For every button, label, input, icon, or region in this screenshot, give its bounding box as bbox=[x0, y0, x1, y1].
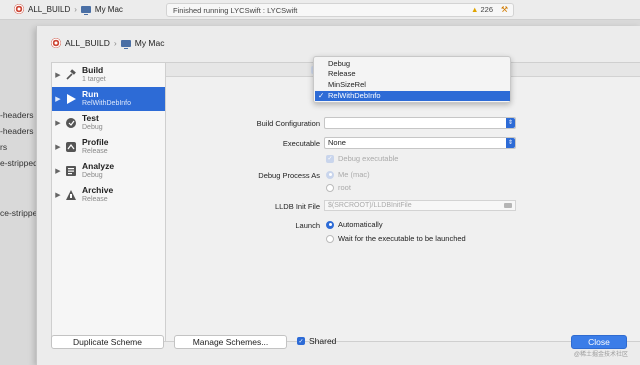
target-icon bbox=[51, 38, 61, 48]
analyze-icon bbox=[64, 164, 78, 178]
chevron-right-icon: › bbox=[74, 4, 77, 14]
executable-value: None bbox=[328, 138, 346, 147]
duplicate-scheme-button[interactable]: Duplicate Scheme bbox=[51, 335, 164, 349]
radio-dot bbox=[326, 220, 334, 229]
checkbox-box: ✓ bbox=[297, 337, 305, 345]
destination-name: My Mac bbox=[94, 4, 123, 14]
checkmark-icon: ✓ bbox=[318, 91, 325, 100]
action-sub: RelWithDebInfo bbox=[82, 100, 132, 107]
action-name: Archive bbox=[82, 185, 114, 195]
debug-process-option: Me (mac) bbox=[338, 170, 370, 179]
popup-stepper-icon: ⇕ bbox=[506, 118, 515, 128]
action-name: Build bbox=[82, 65, 104, 75]
radio-dot bbox=[326, 183, 334, 192]
manage-schemes-button[interactable]: Manage Schemes... bbox=[174, 335, 287, 349]
action-name: Analyze bbox=[82, 161, 115, 171]
build-configuration-label: Build Configuration bbox=[256, 119, 320, 128]
xcode-toolbar: ALL_BUILD › My Mac Finished running LYCS… bbox=[0, 0, 640, 20]
checkbox-box: ✓ bbox=[326, 154, 334, 163]
mac-icon bbox=[80, 5, 91, 15]
breadcrumb-destination[interactable]: My Mac bbox=[135, 38, 165, 48]
mac-icon bbox=[120, 39, 131, 49]
radio-dot bbox=[326, 234, 334, 243]
action-analyze[interactable]: ▶ Analyze Debug bbox=[52, 159, 165, 183]
debug-executable-checkbox[interactable]: ✓ Debug executable bbox=[326, 154, 398, 163]
action-profile[interactable]: ▶ Profile Release bbox=[52, 135, 165, 159]
navigator-item: ce-strippe bbox=[0, 208, 38, 218]
debug-process-me-radio[interactable]: Me (mac) bbox=[326, 170, 370, 179]
run-settings-pane: Build Configuration ⇕ Executable None ⇕ … bbox=[166, 62, 640, 342]
scheme-name: ALL_BUILD bbox=[28, 4, 71, 14]
launch-wait-radio[interactable]: Wait for the executable to be launched bbox=[326, 234, 466, 243]
menu-item-label: RelWithDebInfo bbox=[328, 91, 381, 100]
action-run[interactable]: ▶ Run RelWithDebInfo bbox=[52, 87, 165, 111]
folder-icon[interactable] bbox=[504, 203, 512, 208]
launch-option: Wait for the executable to be launched bbox=[338, 234, 466, 243]
action-sub: Debug bbox=[82, 172, 103, 179]
navigator-item: -headers bbox=[0, 110, 34, 120]
launch-automatically-radio[interactable]: Automatically bbox=[326, 220, 383, 229]
launch-option: Automatically bbox=[338, 220, 383, 229]
breadcrumb-scheme[interactable]: ALL_BUILD bbox=[65, 38, 110, 48]
menu-item-minsizerel[interactable]: MinSizeRel bbox=[315, 80, 510, 90]
gauge-icon bbox=[64, 140, 78, 154]
launch-label: Launch bbox=[295, 221, 320, 230]
executable-label: Executable bbox=[282, 139, 320, 148]
wrench-icon bbox=[64, 116, 78, 130]
executable-popup[interactable]: None ⇕ bbox=[324, 137, 516, 149]
debug-process-root-radio[interactable]: root bbox=[326, 183, 351, 192]
archive-icon bbox=[64, 188, 78, 202]
lldb-init-file-label: LLDB Init File bbox=[274, 202, 320, 211]
debug-executable-label: Debug executable bbox=[338, 154, 399, 163]
menu-item-release[interactable]: Release bbox=[315, 69, 510, 79]
build-configuration-menu: Debug Release MinSizeRel ✓ RelWithDebInf… bbox=[313, 56, 511, 103]
menu-item-relwithdebinfo[interactable]: ✓ RelWithDebInfo bbox=[315, 91, 510, 101]
action-name: Run bbox=[82, 89, 99, 99]
debug-process-as-label: Debug Process As bbox=[258, 171, 320, 180]
lldb-init-file-placeholder: $(SRCROOT)/LLDBInitFile bbox=[328, 202, 412, 209]
disclosure-triangle-icon[interactable]: ▶ bbox=[52, 167, 64, 175]
action-sub: 1 target bbox=[82, 76, 106, 83]
build-configuration-popup[interactable]: ⇕ bbox=[324, 117, 516, 129]
navigator-item: rs bbox=[0, 142, 8, 152]
disclosure-triangle-icon[interactable]: ▶ bbox=[52, 143, 64, 151]
menu-item-debug[interactable]: Debug bbox=[315, 59, 510, 69]
action-name: Profile bbox=[82, 137, 109, 147]
warning-count: 226 bbox=[480, 5, 493, 14]
hammer-icon: ⚒ bbox=[500, 5, 508, 14]
action-sub: Release bbox=[82, 148, 108, 155]
disclosure-triangle-icon[interactable]: ▶ bbox=[52, 71, 64, 79]
warning-triangle-icon: ▲ bbox=[471, 5, 479, 14]
disclosure-triangle-icon[interactable]: ▶ bbox=[52, 191, 64, 199]
activity-status-bar: Finished running LYCSwift : LYCSwift ▲ 2… bbox=[166, 3, 514, 17]
lldb-init-file-field[interactable]: $(SRCROOT)/LLDBInitFile bbox=[324, 200, 516, 211]
status-text: Finished running LYCSwift : LYCSwift bbox=[173, 6, 298, 15]
action-test[interactable]: ▶ Test Debug bbox=[52, 111, 165, 135]
action-sub: Release bbox=[82, 196, 108, 203]
chevron-right-icon: › bbox=[113, 38, 117, 48]
action-sub: Debug bbox=[82, 124, 103, 131]
disclosure-triangle-icon[interactable]: ▶ bbox=[52, 95, 64, 103]
navigator-item: e-stripped bbox=[0, 158, 38, 168]
popup-stepper-icon: ⇕ bbox=[506, 138, 515, 148]
watermark: @稀土掘金技术社区 bbox=[573, 352, 628, 358]
breadcrumb: ALL_BUILD › My Mac bbox=[51, 38, 165, 49]
disclosure-triangle-icon[interactable]: ▶ bbox=[52, 119, 64, 127]
radio-dot bbox=[326, 170, 334, 179]
scheme-selector[interactable]: ALL_BUILD › My Mac bbox=[14, 4, 123, 15]
shared-checkbox[interactable]: ✓ Shared bbox=[297, 336, 336, 346]
play-icon bbox=[64, 92, 78, 106]
shared-label: Shared bbox=[309, 336, 337, 346]
warning-indicator[interactable]: ▲ 226 bbox=[471, 5, 493, 14]
navigator-item: -headers bbox=[0, 126, 34, 136]
action-name: Test bbox=[82, 113, 99, 123]
scheme-actions-list: ▶ Build 1 target ▶ Run RelWithDebInfo ▶ Te… bbox=[51, 62, 166, 342]
action-archive[interactable]: ▶ Archive Release bbox=[52, 183, 165, 207]
debug-process-option: root bbox=[338, 183, 351, 192]
target-icon bbox=[14, 4, 24, 14]
hammer-icon bbox=[64, 68, 78, 82]
action-build[interactable]: ▶ Build 1 target bbox=[52, 63, 165, 87]
close-button[interactable]: Close bbox=[571, 335, 627, 349]
